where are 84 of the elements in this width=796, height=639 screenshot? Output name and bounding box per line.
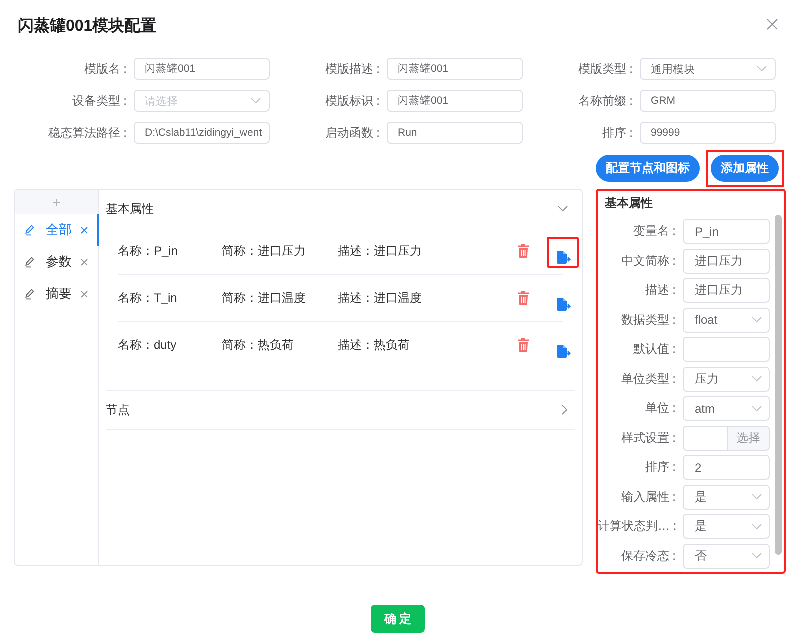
text-input[interactable]: 99999 — [640, 122, 776, 144]
pencil-icon — [25, 256, 35, 268]
field-label: 排序 : — [644, 459, 676, 476]
field-label: 保存冷态 : — [620, 548, 676, 564]
select-field[interactable]: 是 — [683, 514, 770, 539]
text-input[interactable]: 进口压力 — [683, 278, 770, 303]
attribute-description: 描述：进口压力 — [338, 242, 423, 260]
text-input[interactable]: 闪蒸罐001 — [387, 90, 523, 112]
field-label: 排序 : — [601, 124, 633, 142]
close-icon[interactable] — [81, 226, 88, 234]
field-label: 模版描述 : — [324, 60, 380, 78]
field-label: 样式设置 : — [620, 430, 676, 446]
field-label: 中文简称 : — [620, 252, 676, 270]
select-field[interactable]: 否 — [683, 544, 770, 568]
select-field[interactable]: atm — [683, 396, 770, 421]
text-input[interactable]: 2 — [683, 455, 770, 480]
field-label: 输入属性 : — [620, 488, 676, 506]
tab[interactable]: 参数 — [15, 246, 99, 278]
section-title[interactable]: 节点 — [106, 402, 130, 418]
chevron-down-icon — [251, 98, 261, 104]
select-field[interactable]: 是 — [683, 484, 770, 510]
trash-icon[interactable] — [518, 244, 529, 258]
select-field[interactable]: 压力 — [683, 366, 770, 392]
attribute-short-name: 简称：进口压力 — [222, 242, 307, 260]
text-input[interactable] — [683, 426, 727, 450]
chevron-down-icon[interactable] — [558, 206, 568, 212]
attribute-short-name: 简称：进口温度 — [222, 290, 307, 306]
chevron-down-icon — [752, 494, 762, 500]
text-input[interactable] — [683, 337, 770, 362]
action-button[interactable]: 配置节点和图标 — [596, 155, 700, 182]
field-label: 默认值 : — [632, 341, 676, 358]
field-label: 单位类型 : — [620, 370, 676, 388]
file-arrow-icon[interactable] — [557, 345, 571, 358]
trash-icon[interactable] — [518, 338, 529, 352]
section-title[interactable]: 基本属性 — [106, 200, 154, 218]
text-input[interactable]: P_in — [683, 219, 770, 244]
chevron-right-icon[interactable] — [562, 405, 568, 415]
trash-icon[interactable] — [518, 291, 529, 305]
field-label: 模版类型 : — [577, 60, 633, 78]
file-arrow-icon[interactable] — [557, 298, 571, 311]
field-label: 数据类型 : — [620, 312, 676, 328]
field-label: 模版名 : — [83, 60, 127, 78]
text-input[interactable]: GRM — [640, 90, 776, 112]
close-icon[interactable] — [81, 290, 88, 298]
tab[interactable]: 全部 — [15, 214, 99, 246]
file-arrow-icon[interactable] — [557, 251, 571, 264]
tab[interactable]: 摘要 — [15, 278, 99, 310]
select-field[interactable]: float — [683, 308, 770, 332]
close-icon[interactable] — [767, 18, 778, 30]
text-input[interactable]: 进口压力 — [683, 248, 770, 274]
text-input[interactable]: 闪蒸罐001 — [134, 58, 270, 80]
attribute-description: 描述：进口温度 — [338, 290, 423, 306]
pencil-icon — [25, 288, 35, 300]
plus-icon — [53, 198, 60, 206]
scrollbar-thumb[interactable] — [775, 215, 782, 555]
text-input[interactable]: 闪蒸罐001 — [387, 58, 523, 80]
dialog-title: 闪蒸罐001模块配置 — [18, 16, 157, 36]
field-label: 模版标识 : — [324, 92, 380, 110]
panel-title: 基本属性 — [604, 195, 654, 212]
text-input[interactable]: D:\Cslab11\zidingyi_went — [134, 122, 270, 144]
chevron-down-icon — [757, 66, 767, 72]
field-label: 描述 : — [644, 282, 676, 299]
close-icon[interactable] — [81, 258, 88, 266]
chevron-down-icon — [752, 317, 762, 323]
attribute-name: 名称：P_in — [118, 242, 180, 260]
attribute-name: 名称：T_in — [118, 290, 178, 306]
field-label: 变量名 : — [632, 223, 676, 240]
chevron-down-icon — [752, 406, 762, 412]
field-label: 设备类型 : — [71, 92, 127, 110]
chevron-down-icon — [752, 553, 762, 559]
chevron-down-icon — [752, 376, 762, 382]
field-label: 计算状态判… : — [598, 518, 676, 535]
action-button[interactable]: 添加属性 — [711, 155, 779, 182]
text-input[interactable]: Run — [387, 122, 523, 144]
select-field[interactable]: 通用模块 — [640, 58, 776, 80]
attribute-short-name: 简称：热负荷 — [222, 336, 295, 354]
field-label: 单位 : — [644, 400, 676, 417]
field-label: 稳态算法路径 : — [47, 124, 127, 142]
chevron-down-icon — [752, 524, 762, 530]
field-label: 名称前缀 : — [577, 92, 633, 110]
field-label: 启动函数 : — [324, 124, 380, 142]
attribute-name: 名称：duty — [118, 336, 178, 354]
attribute-description: 描述：热负荷 — [338, 336, 411, 354]
pencil-icon — [25, 224, 35, 236]
